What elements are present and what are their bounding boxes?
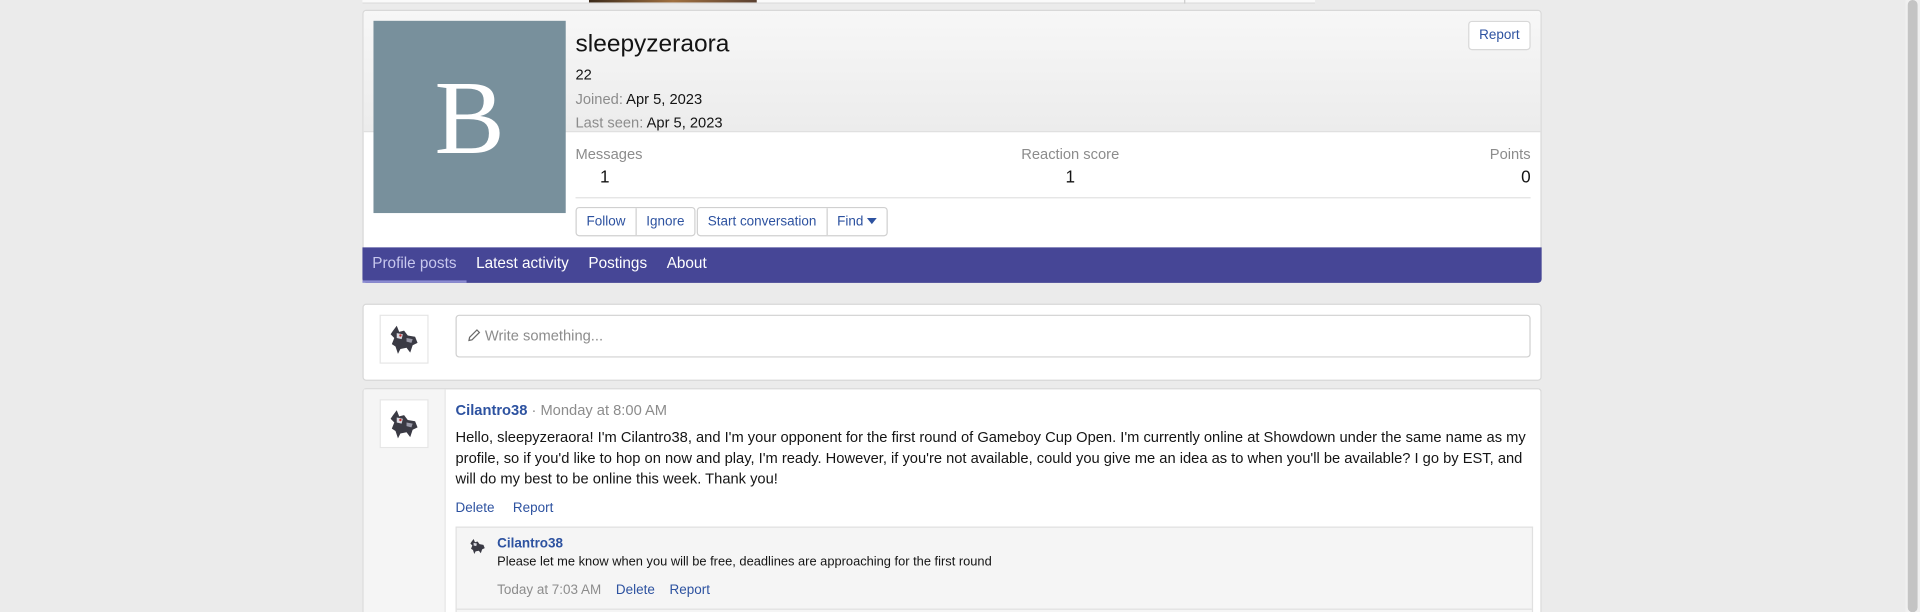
user-title: 22 xyxy=(575,66,592,84)
stat-reaction-label: Reaction score xyxy=(1021,145,1120,163)
joined-label: Joined: xyxy=(575,90,623,108)
stat-points-label: Points xyxy=(1489,145,1531,163)
tab-profile-posts[interactable]: Profile posts xyxy=(362,247,467,283)
last-seen-label: Last seen: xyxy=(575,113,644,132)
stats-divider xyxy=(575,197,1531,199)
username: sleepyzeraora xyxy=(575,30,730,58)
find-label: Find xyxy=(837,214,864,229)
post-header: Cilantro38 · Monday at 8:00 AM xyxy=(456,402,668,419)
wolf-sprite-icon xyxy=(390,410,418,439)
tab-postings[interactable]: Postings xyxy=(579,247,657,283)
comment-delete-link[interactable]: Delete xyxy=(616,583,655,598)
last-seen-value: Apr 5, 2023 xyxy=(646,113,723,132)
wolf-sprite-icon xyxy=(390,325,418,354)
wolf-sprite-icon xyxy=(470,538,485,554)
comment-timestamp[interactable]: Today at 7:03 AM xyxy=(497,583,601,598)
caret-down-icon xyxy=(867,217,877,225)
tab-latest-activity[interactable]: Latest activity xyxy=(466,247,578,283)
post-author-avatar[interactable] xyxy=(379,399,429,449)
conversation-find-group: Start conversation Find xyxy=(696,206,888,237)
post-separator: · xyxy=(527,401,541,419)
find-dropdown[interactable]: Find xyxy=(827,208,886,235)
comment-text: Please let me know when you will be free… xyxy=(497,554,992,570)
avatar[interactable]: B xyxy=(373,20,566,214)
stat-messages[interactable]: Messages 1 xyxy=(576,146,643,186)
comment-report-link[interactable]: Report xyxy=(670,583,710,598)
stat-reaction-score[interactable]: Reaction score 1 xyxy=(1021,146,1119,186)
write-something-input[interactable]: Write something... xyxy=(455,314,1531,358)
composer-card: Write something... xyxy=(362,303,1542,381)
ignore-button[interactable]: Ignore xyxy=(636,208,694,235)
current-user-avatar[interactable] xyxy=(379,314,429,364)
profile-tabs: Profile posts Latest activity Postings A… xyxy=(362,247,1542,283)
stat-points-value: 0 xyxy=(1521,166,1531,187)
post-author-link[interactable]: Cilantro38 xyxy=(456,402,528,419)
stat-messages-value: 1 xyxy=(600,166,610,187)
tab-about[interactable]: About xyxy=(657,247,717,283)
banner-thumbnail xyxy=(588,0,757,3)
post-report-link[interactable]: Report xyxy=(513,501,553,516)
follow-button[interactable]: Follow xyxy=(577,208,637,236)
start-conversation-button[interactable]: Start conversation xyxy=(698,208,828,236)
write-placeholder: Write something... xyxy=(484,326,604,345)
stat-messages-label: Messages xyxy=(575,145,643,163)
pencil-icon xyxy=(468,329,481,342)
divider xyxy=(1184,0,1186,4)
comment-meta: Today at 7:03 AM Delete Report xyxy=(497,583,710,598)
joined-value: Apr 5, 2023 xyxy=(626,90,703,108)
page: B sleepyzeraora 22 Joined: Apr 5, 2023 L… xyxy=(0,0,1920,612)
post-timestamp[interactable]: Monday at 8:00 AM xyxy=(540,402,667,419)
post-actions: Delete Report xyxy=(456,501,569,516)
profile-card: B sleepyzeraora 22 Joined: Apr 5, 2023 L… xyxy=(362,9,1542,283)
post-body: Hello, sleepyzeraora! I'm Cilantro38, an… xyxy=(455,428,1526,488)
post-delete-link[interactable]: Delete xyxy=(456,501,495,516)
stat-points[interactable]: Points 0 xyxy=(1490,146,1531,186)
report-button[interactable]: Report xyxy=(1468,20,1531,51)
comment-author-avatar[interactable] xyxy=(467,535,489,557)
top-strip xyxy=(362,0,1316,4)
profile-post: Cilantro38 · Monday at 8:00 AM Hello, sl… xyxy=(362,388,1542,612)
post-comment: Cilantro38 Please let me know when you w… xyxy=(455,526,1534,612)
scrollbar-thumb[interactable] xyxy=(1907,0,1918,612)
comment-divider xyxy=(456,608,1532,610)
comment-author-link[interactable]: Cilantro38 xyxy=(497,536,563,551)
follow-ignore-group: Follow Ignore xyxy=(575,206,696,237)
joined-row: Joined: Apr 5, 2023 xyxy=(576,91,703,108)
last-seen-row: Last seen: Apr 5, 2023 xyxy=(576,114,723,131)
stat-reaction-value: 1 xyxy=(1065,166,1076,187)
